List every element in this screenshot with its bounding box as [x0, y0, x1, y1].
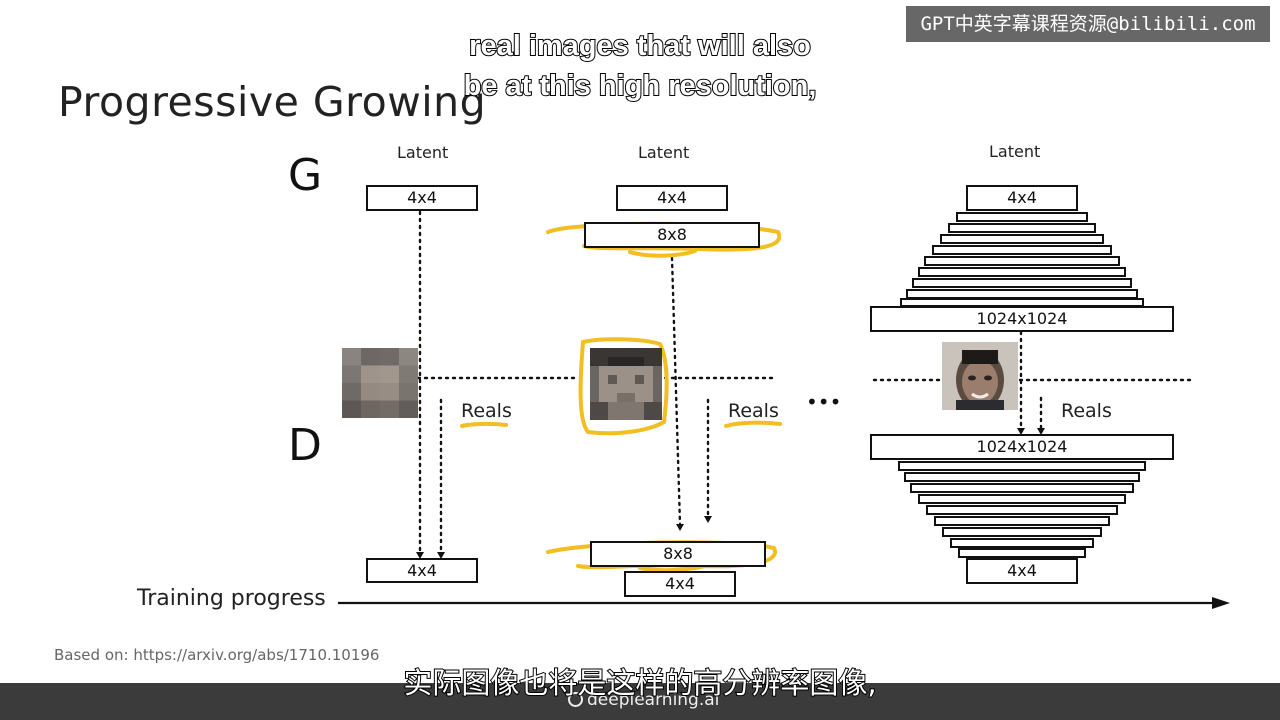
stage3-generator-4x4-block: 4x4	[966, 185, 1078, 211]
training-progress-label: Training progress	[137, 586, 326, 611]
arrowhead	[676, 524, 684, 531]
training-progress-arrowhead	[1212, 597, 1230, 609]
stage2-real-image-8x8	[590, 348, 662, 420]
stage3-discriminator-4x4-block: 4x4	[966, 558, 1078, 584]
arrowhead	[704, 516, 712, 523]
stage2-discriminator-8x8-block: 8x8	[590, 541, 766, 567]
stage3-reals-label: Reals	[1061, 400, 1112, 422]
subtitle-chinese: 实际图像也将是这样的高分辨率图像,	[402, 665, 877, 701]
stage1-reals-label: Reals	[461, 400, 512, 422]
stage3-real-image-1024	[942, 342, 1018, 410]
highlight-reals-stage1	[460, 421, 508, 428]
stage3-generator-1024-block: 1024x1024	[870, 306, 1174, 332]
subtitle-english-line2: be at this high resolution,	[463, 69, 818, 103]
stage2-discriminator-4x4-block: 4x4	[624, 571, 736, 597]
watermark: GPT中英字幕课程资源@bilibili.com	[906, 6, 1270, 42]
highlight-reals-stage2	[724, 420, 782, 428]
stage1-real-image-4x4	[342, 348, 418, 418]
subtitle-english-line1: real images that will also	[468, 29, 812, 63]
stage1-generator-4x4-block: 4x4	[366, 185, 478, 211]
highlight-g-8x8-under	[628, 249, 697, 258]
stage3-discriminator-1024-block: 1024x1024	[870, 434, 1174, 460]
stage2-reals-label: Reals	[728, 400, 779, 422]
ellipsis: •••	[806, 390, 842, 414]
stage2-generator-4x4-block: 4x4	[616, 185, 728, 211]
stage1-discriminator-4x4-block: 4x4	[366, 558, 478, 583]
stage2-generator-8x8-block: 8x8	[584, 222, 760, 248]
stage2-g-to-d-dotted-line	[670, 256, 682, 526]
